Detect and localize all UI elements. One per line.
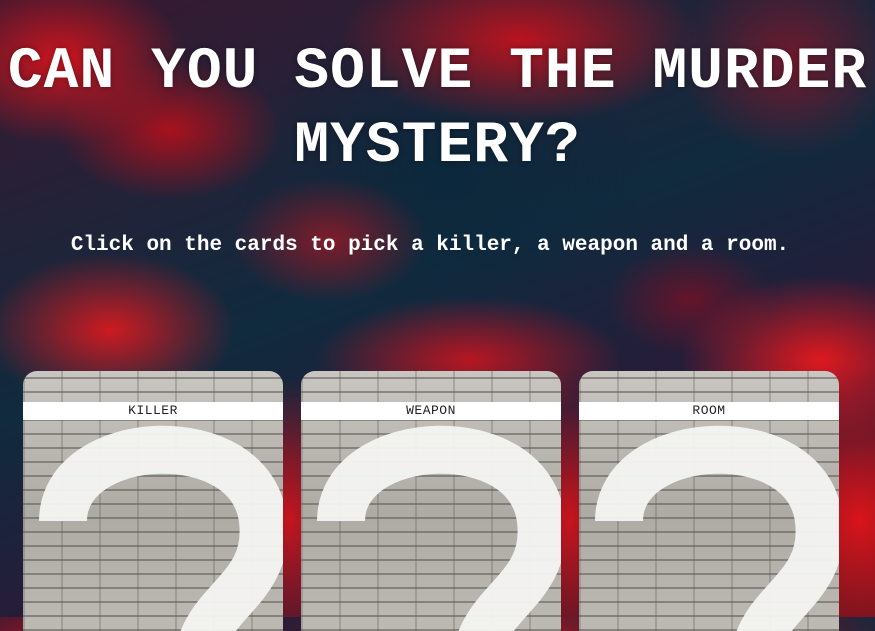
card-label-weapon: WEAPON (301, 402, 561, 420)
card-label-killer: KILLER (23, 402, 283, 420)
card-label-room: ROOM (579, 402, 839, 420)
room-card[interactable]: ROOM (579, 371, 839, 631)
instruction-text: Click on the cards to pick a killer, a w… (70, 234, 790, 257)
card-row: KILLER WEAPON ROOM (23, 371, 843, 631)
page-title: CAN YOU SOLVE THE MURDER MYSTERY? (7, 40, 868, 179)
weapon-card[interactable]: WEAPON (301, 371, 561, 631)
killer-card[interactable]: KILLER (23, 371, 283, 631)
